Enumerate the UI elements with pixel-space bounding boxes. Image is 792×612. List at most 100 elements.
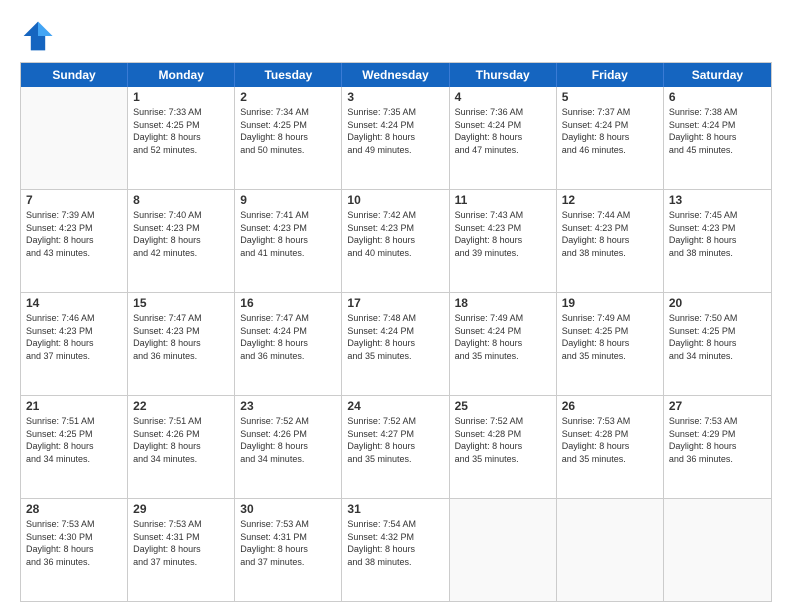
cell-info-line: Sunrise: 7:46 AM	[26, 312, 122, 325]
day-number: 11	[455, 193, 551, 207]
cell-info-line: and 39 minutes.	[455, 247, 551, 260]
calendar-cell-5: 5Sunrise: 7:37 AMSunset: 4:24 PMDaylight…	[557, 87, 664, 189]
cell-info-line: Sunrise: 7:43 AM	[455, 209, 551, 222]
cell-info-line: Sunrise: 7:37 AM	[562, 106, 658, 119]
cell-info-line: and 35 minutes.	[562, 350, 658, 363]
cell-info-line: Daylight: 8 hours	[669, 234, 766, 247]
cell-info-line: Daylight: 8 hours	[133, 440, 229, 453]
calendar-header-tuesday: Tuesday	[235, 63, 342, 87]
cell-info-line: and 37 minutes.	[240, 556, 336, 569]
calendar-cell-17: 17Sunrise: 7:48 AMSunset: 4:24 PMDayligh…	[342, 293, 449, 395]
calendar-cell-18: 18Sunrise: 7:49 AMSunset: 4:24 PMDayligh…	[450, 293, 557, 395]
day-number: 10	[347, 193, 443, 207]
cell-info-line: and 35 minutes.	[347, 350, 443, 363]
day-number: 22	[133, 399, 229, 413]
calendar-cell-empty-4-5	[557, 499, 664, 601]
calendar-week-1: 1Sunrise: 7:33 AMSunset: 4:25 PMDaylight…	[21, 87, 771, 190]
cell-info-line: Daylight: 8 hours	[347, 543, 443, 556]
calendar-cell-23: 23Sunrise: 7:52 AMSunset: 4:26 PMDayligh…	[235, 396, 342, 498]
cell-info-line: Daylight: 8 hours	[347, 131, 443, 144]
day-number: 13	[669, 193, 766, 207]
cell-info-line: Sunset: 4:25 PM	[240, 119, 336, 132]
cell-info-line: Daylight: 8 hours	[347, 234, 443, 247]
cell-info-line: Sunrise: 7:50 AM	[669, 312, 766, 325]
calendar-cell-20: 20Sunrise: 7:50 AMSunset: 4:25 PMDayligh…	[664, 293, 771, 395]
cell-info-line: Sunrise: 7:53 AM	[562, 415, 658, 428]
cell-info-line: Daylight: 8 hours	[26, 234, 122, 247]
cell-info-line: Sunrise: 7:53 AM	[240, 518, 336, 531]
calendar-cell-13: 13Sunrise: 7:45 AMSunset: 4:23 PMDayligh…	[664, 190, 771, 292]
cell-info-line: Sunset: 4:28 PM	[562, 428, 658, 441]
calendar-week-5: 28Sunrise: 7:53 AMSunset: 4:30 PMDayligh…	[21, 499, 771, 601]
cell-info-line: Sunset: 4:23 PM	[26, 325, 122, 338]
day-number: 31	[347, 502, 443, 516]
day-number: 20	[669, 296, 766, 310]
calendar-week-4: 21Sunrise: 7:51 AMSunset: 4:25 PMDayligh…	[21, 396, 771, 499]
cell-info-line: and 35 minutes.	[455, 453, 551, 466]
cell-info-line: Daylight: 8 hours	[26, 440, 122, 453]
cell-info-line: Daylight: 8 hours	[347, 440, 443, 453]
calendar-cell-19: 19Sunrise: 7:49 AMSunset: 4:25 PMDayligh…	[557, 293, 664, 395]
cell-info-line: and 41 minutes.	[240, 247, 336, 260]
calendar-cell-26: 26Sunrise: 7:53 AMSunset: 4:28 PMDayligh…	[557, 396, 664, 498]
cell-info-line: and 42 minutes.	[133, 247, 229, 260]
cell-info-line: Sunrise: 7:54 AM	[347, 518, 443, 531]
cell-info-line: Sunrise: 7:36 AM	[455, 106, 551, 119]
calendar-cell-22: 22Sunrise: 7:51 AMSunset: 4:26 PMDayligh…	[128, 396, 235, 498]
cell-info-line: Daylight: 8 hours	[133, 543, 229, 556]
cell-info-line: Sunset: 4:23 PM	[133, 222, 229, 235]
cell-info-line: Sunset: 4:30 PM	[26, 531, 122, 544]
cell-info-line: Sunrise: 7:44 AM	[562, 209, 658, 222]
day-number: 21	[26, 399, 122, 413]
cell-info-line: Sunrise: 7:53 AM	[133, 518, 229, 531]
cell-info-line: and 36 minutes.	[669, 453, 766, 466]
cell-info-line: and 35 minutes.	[455, 350, 551, 363]
cell-info-line: Sunset: 4:24 PM	[240, 325, 336, 338]
calendar-cell-8: 8Sunrise: 7:40 AMSunset: 4:23 PMDaylight…	[128, 190, 235, 292]
day-number: 12	[562, 193, 658, 207]
calendar: SundayMondayTuesdayWednesdayThursdayFrid…	[20, 62, 772, 602]
day-number: 27	[669, 399, 766, 413]
cell-info-line: Daylight: 8 hours	[669, 440, 766, 453]
cell-info-line: and 36 minutes.	[133, 350, 229, 363]
cell-info-line: Sunset: 4:31 PM	[133, 531, 229, 544]
day-number: 23	[240, 399, 336, 413]
calendar-cell-30: 30Sunrise: 7:53 AMSunset: 4:31 PMDayligh…	[235, 499, 342, 601]
cell-info-line: Daylight: 8 hours	[240, 234, 336, 247]
cell-info-line: and 43 minutes.	[26, 247, 122, 260]
cell-info-line: and 46 minutes.	[562, 144, 658, 157]
cell-info-line: Sunrise: 7:53 AM	[26, 518, 122, 531]
cell-info-line: and 38 minutes.	[562, 247, 658, 260]
calendar-cell-empty-0-0	[21, 87, 128, 189]
calendar-header-wednesday: Wednesday	[342, 63, 449, 87]
cell-info-line: Sunset: 4:25 PM	[669, 325, 766, 338]
cell-info-line: Sunset: 4:23 PM	[669, 222, 766, 235]
calendar-cell-11: 11Sunrise: 7:43 AMSunset: 4:23 PMDayligh…	[450, 190, 557, 292]
cell-info-line: Daylight: 8 hours	[133, 337, 229, 350]
cell-info-line: Sunset: 4:24 PM	[455, 325, 551, 338]
cell-info-line: Sunrise: 7:52 AM	[240, 415, 336, 428]
calendar-body: 1Sunrise: 7:33 AMSunset: 4:25 PMDaylight…	[21, 87, 771, 601]
cell-info-line: and 34 minutes.	[669, 350, 766, 363]
cell-info-line: and 49 minutes.	[347, 144, 443, 157]
cell-info-line: Sunrise: 7:34 AM	[240, 106, 336, 119]
cell-info-line: Sunrise: 7:52 AM	[347, 415, 443, 428]
calendar-cell-7: 7Sunrise: 7:39 AMSunset: 4:23 PMDaylight…	[21, 190, 128, 292]
cell-info-line: Sunset: 4:31 PM	[240, 531, 336, 544]
cell-info-line: Daylight: 8 hours	[26, 337, 122, 350]
cell-info-line: Sunset: 4:26 PM	[240, 428, 336, 441]
day-number: 18	[455, 296, 551, 310]
cell-info-line: Daylight: 8 hours	[240, 337, 336, 350]
day-number: 6	[669, 90, 766, 104]
calendar-header-row: SundayMondayTuesdayWednesdayThursdayFrid…	[21, 63, 771, 87]
calendar-cell-3: 3Sunrise: 7:35 AMSunset: 4:24 PMDaylight…	[342, 87, 449, 189]
day-number: 25	[455, 399, 551, 413]
calendar-cell-24: 24Sunrise: 7:52 AMSunset: 4:27 PMDayligh…	[342, 396, 449, 498]
cell-info-line: and 37 minutes.	[26, 350, 122, 363]
cell-info-line: and 47 minutes.	[455, 144, 551, 157]
calendar-week-3: 14Sunrise: 7:46 AMSunset: 4:23 PMDayligh…	[21, 293, 771, 396]
day-number: 1	[133, 90, 229, 104]
cell-info-line: Sunset: 4:23 PM	[455, 222, 551, 235]
calendar-cell-empty-4-6	[664, 499, 771, 601]
cell-info-line: Sunrise: 7:51 AM	[26, 415, 122, 428]
